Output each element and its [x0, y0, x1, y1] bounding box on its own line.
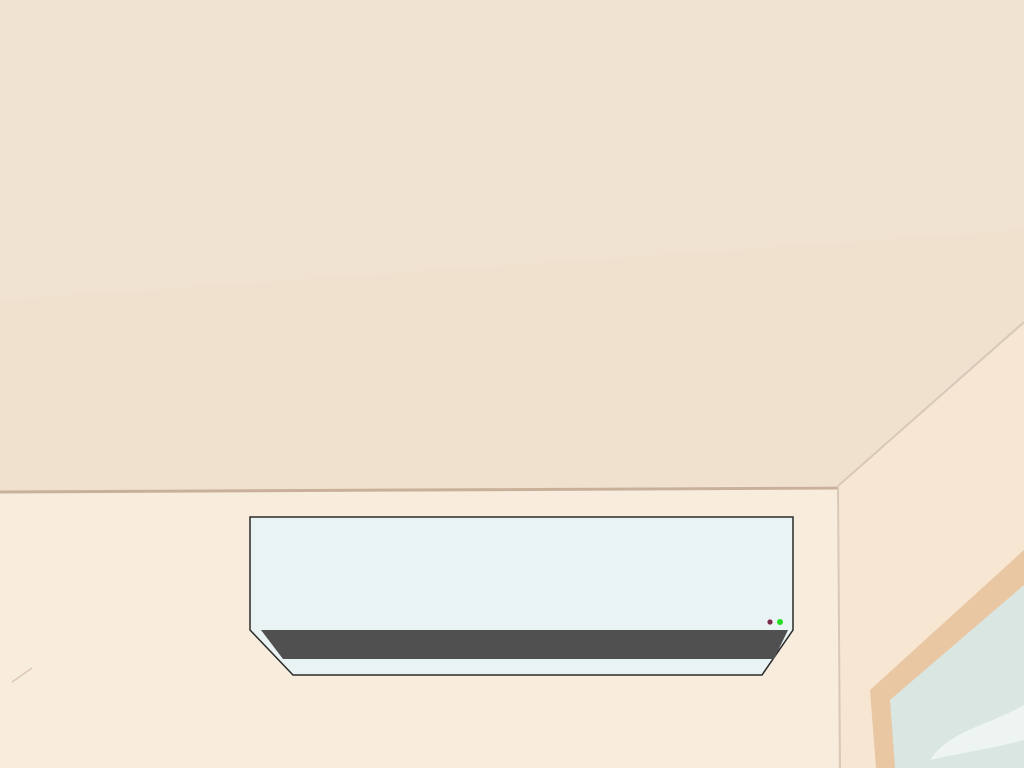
room-scene	[0, 0, 1024, 768]
ac-vent[interactable]	[261, 630, 788, 659]
status-indicator	[777, 619, 783, 625]
room-illustration	[0, 0, 1024, 768]
power-indicator	[767, 619, 773, 625]
air-conditioner[interactable]	[249, 516, 794, 676]
